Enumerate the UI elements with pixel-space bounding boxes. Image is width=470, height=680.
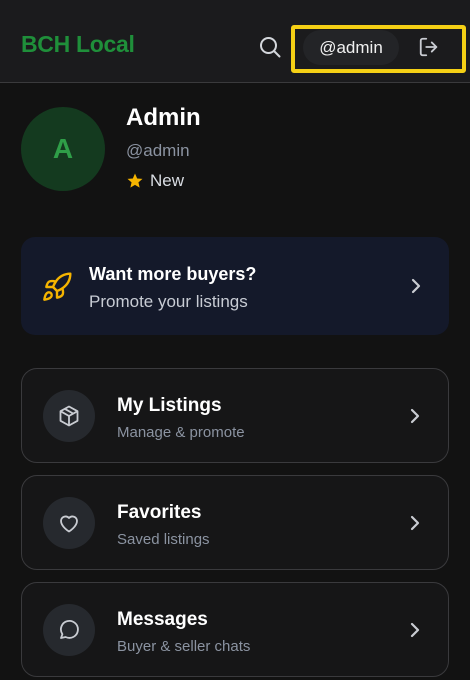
logout-icon bbox=[419, 37, 438, 57]
heart-icon bbox=[60, 515, 78, 533]
menu-item-favorites[interactable]: Favorites Saved listings bbox=[21, 475, 449, 570]
profile-section: A Admin @admin New bbox=[21, 104, 451, 194]
profile-handle: @admin bbox=[126, 141, 190, 160]
badge-label: New bbox=[150, 171, 185, 190]
promo-title: Want more buyers? bbox=[89, 264, 257, 284]
brand-logo[interactable]: BCH Local bbox=[21, 31, 135, 58]
star-icon bbox=[127, 173, 143, 188]
chevron-right-icon bbox=[410, 515, 420, 530]
chat-icon bbox=[60, 620, 79, 639]
rocket-icon bbox=[43, 272, 72, 301]
chevron-right-icon bbox=[410, 408, 420, 423]
menu-item-title: Messages bbox=[117, 609, 208, 630]
menu-icon-container bbox=[43, 390, 95, 442]
username-label: @admin bbox=[319, 37, 383, 57]
profile-name: Admin bbox=[126, 104, 201, 131]
chevron-right-icon bbox=[411, 278, 421, 294]
app-header: BCH Local @admin bbox=[0, 0, 470, 83]
menu-icon-container bbox=[43, 604, 95, 656]
box-icon bbox=[59, 405, 79, 427]
avatar[interactable]: A bbox=[21, 107, 105, 191]
menu-icon-container bbox=[43, 497, 95, 549]
menu-item-subtitle: Buyer & seller chats bbox=[117, 638, 251, 655]
menu-item-title: My Listings bbox=[117, 395, 222, 416]
search-button[interactable] bbox=[256, 33, 284, 61]
promo-subtitle: Promote your listings bbox=[89, 292, 248, 311]
logout-button[interactable] bbox=[415, 33, 443, 61]
menu-item-my-listings[interactable]: My Listings Manage & promote bbox=[21, 368, 449, 463]
status-badge: New bbox=[126, 171, 184, 191]
menu-item-subtitle: Manage & promote bbox=[117, 424, 245, 441]
username-button[interactable]: @admin bbox=[303, 30, 399, 65]
chevron-right-icon bbox=[410, 622, 420, 637]
menu-item-messages[interactable]: Messages Buyer & seller chats bbox=[21, 582, 449, 677]
menu-item-subtitle: Saved listings bbox=[117, 531, 210, 548]
menu-item-title: Favorites bbox=[117, 502, 202, 523]
search-icon bbox=[260, 37, 281, 58]
promote-banner[interactable]: Want more buyers? Promote your listings bbox=[21, 237, 449, 335]
